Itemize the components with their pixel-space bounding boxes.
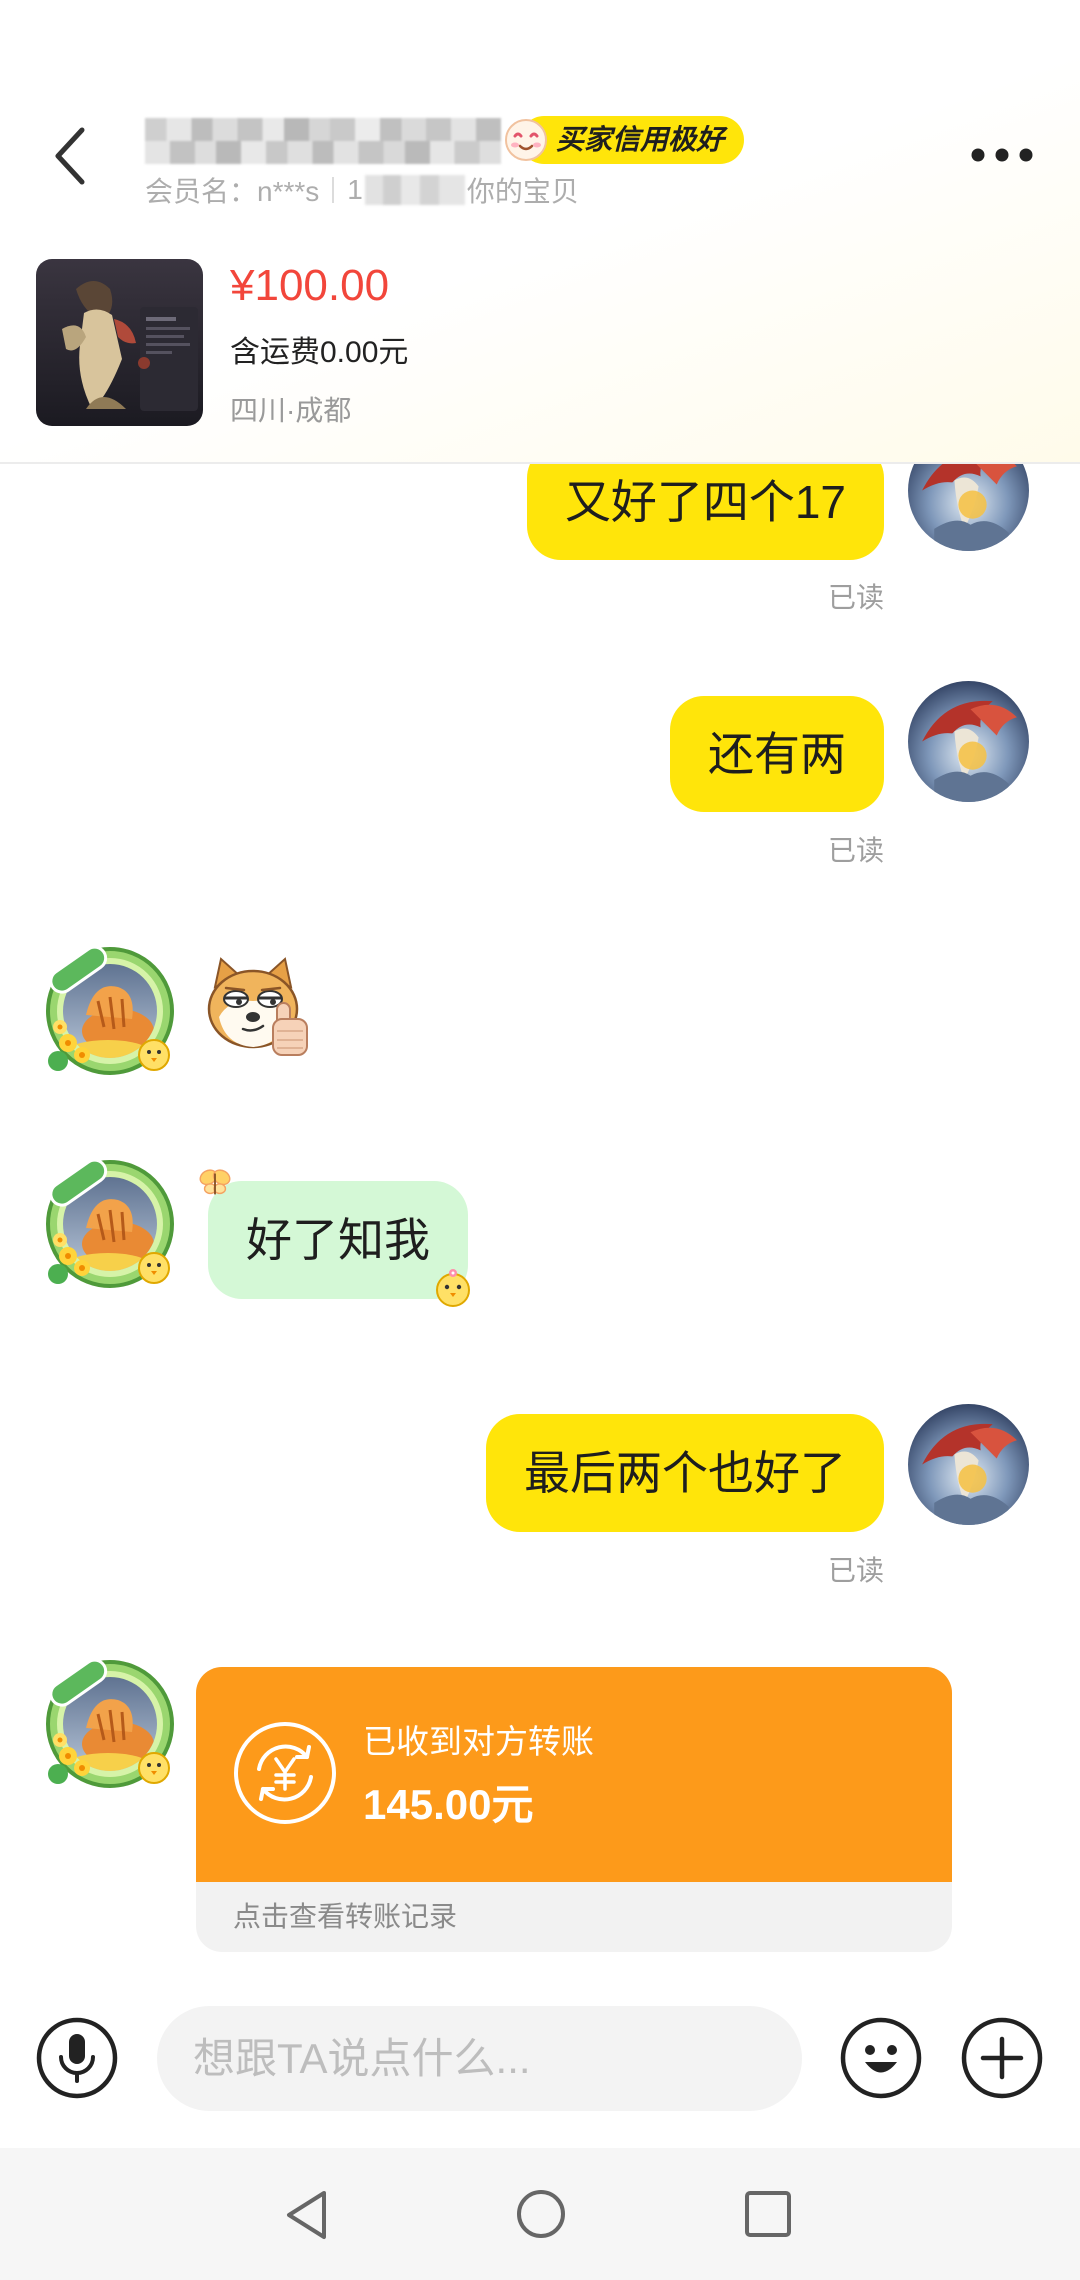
microphone-icon[interactable]: [36, 2017, 118, 2099]
product-thumbnail[interactable]: [36, 259, 203, 426]
product-price: ¥100.00: [230, 261, 390, 310]
message-text: 又好了四个17: [564, 476, 846, 528]
message-bubble-self[interactable]: 还有两: [670, 696, 884, 812]
message-bubble-other[interactable]: 好了知我: [208, 1181, 468, 1299]
plus-circle-icon[interactable]: [961, 2017, 1043, 2099]
more-horizontal-icon[interactable]: [968, 138, 1036, 172]
self-avatar[interactable]: [908, 1404, 1029, 1525]
message-text: 好了知我: [246, 1214, 430, 1266]
product-location: 四川·成都: [230, 395, 352, 426]
chevron-left-icon[interactable]: [46, 122, 94, 190]
product-card[interactable]: ¥100.00 含运费0.00元 四川·成都: [0, 248, 1080, 444]
self-avatar[interactable]: [908, 681, 1029, 802]
member-name: 会员名：n***s: [145, 176, 320, 207]
message-text: 还有两: [708, 728, 846, 780]
product-shipping: 含运费0.00元: [230, 336, 409, 369]
input-bar: [0, 1977, 1080, 2148]
buyer-avatar[interactable]: [38, 941, 183, 1081]
self-avatar[interactable]: [908, 464, 1029, 551]
square-recent-icon[interactable]: [745, 2191, 791, 2237]
message-bubble-self[interactable]: 又好了四个17: [526, 464, 884, 560]
buyer-avatar[interactable]: [38, 1154, 183, 1294]
seller-subtitle: 会员名：n***s 1 你的宝贝: [145, 170, 579, 210]
product-image: [36, 259, 203, 426]
chat-header: 买家信用极好 会员名：n***s 1 你的宝贝 ¥100.00 含运费0.00元…: [0, 0, 1080, 464]
buyer-avatar[interactable]: [38, 1654, 183, 1794]
circle-home-icon[interactable]: [515, 2188, 567, 2240]
message-input[interactable]: [157, 2006, 802, 2111]
read-status: 已读: [827, 1555, 884, 1586]
doge-thumbs-up-sticker[interactable]: [199, 953, 313, 1059]
subtitle-blurred: [364, 175, 465, 205]
credit-badge[interactable]: 买家信用极好: [520, 116, 744, 164]
subtitle-divider: [332, 177, 335, 203]
message-list[interactable]: 又好了四个17 已读 还有两 已读 好了知我 最后两个也好了 已读 已收到对方转…: [0, 464, 1080, 1977]
emoji-smile-icon[interactable]: [840, 2017, 922, 2099]
chick-decoration-icon: [436, 1269, 470, 1307]
triangle-back-icon[interactable]: [282, 2188, 332, 2242]
transfer-title: 已收到对方转账: [363, 1723, 594, 1760]
yuan-exchange-icon: [234, 1722, 336, 1824]
message-text: 最后两个也好了: [524, 1447, 846, 1499]
seller-name-blurred[interactable]: [145, 118, 501, 164]
credit-badge-label: 买家信用极好: [556, 124, 725, 155]
smiley-face-icon: [505, 119, 547, 161]
message-bubble-self[interactable]: 最后两个也好了: [486, 1414, 884, 1532]
subtitle-text: 你的宝贝: [466, 176, 579, 207]
read-status: 已读: [827, 582, 884, 613]
subtitle-count: 1: [347, 174, 363, 205]
transfer-record-link[interactable]: 点击查看转账记录: [233, 1882, 457, 1952]
transfer-card-header: 已收到对方转账 145.00元: [196, 1667, 952, 1882]
transfer-card[interactable]: 已收到对方转账 145.00元 点击查看转账记录: [196, 1667, 952, 1952]
system-nav-bar: [0, 2148, 1080, 2280]
butterfly-decoration-icon: [199, 1169, 231, 1195]
transfer-amount: 145.00元: [363, 1781, 534, 1828]
read-status: 已读: [827, 835, 884, 866]
